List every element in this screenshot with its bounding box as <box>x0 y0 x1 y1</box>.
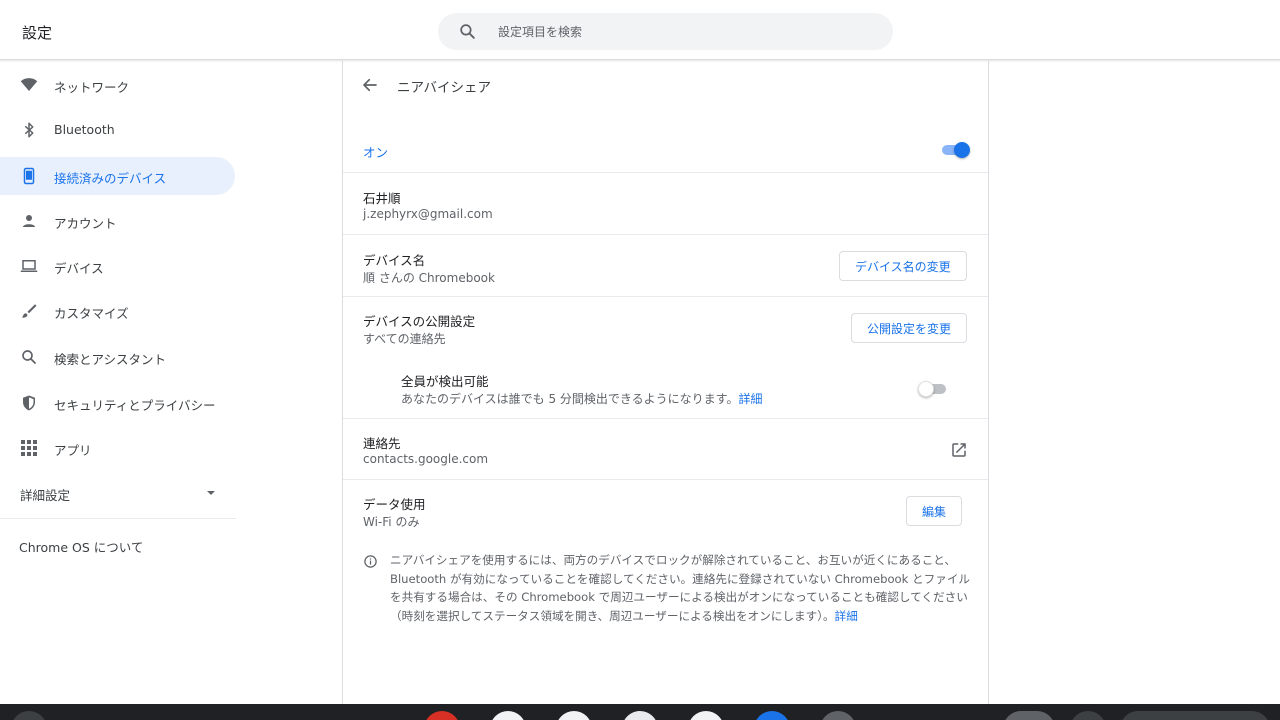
shelf-app-icon[interactable] <box>556 711 592 720</box>
search-icon <box>460 24 475 39</box>
info-icon <box>364 555 377 568</box>
shelf-app-icon[interactable] <box>688 711 724 720</box>
sidebar-item-label: Bluetooth <box>54 122 115 137</box>
search-icon <box>19 347 39 367</box>
everyone-discoverable-label: 全員が検出可能 <box>401 374 489 389</box>
change-device-name-button[interactable]: デバイス名の変更 <box>839 251 967 281</box>
sidebar-item-bluetooth[interactable]: Bluetooth <box>0 111 235 149</box>
sidebar-item-search-assistant[interactable]: 検索とアシスタント <box>0 338 235 376</box>
shelf-app-icon[interactable] <box>622 711 658 720</box>
top-bar: 設定 <box>0 0 1280 60</box>
sidebar-item-apps[interactable]: アプリ <box>0 429 235 467</box>
person-icon <box>19 211 39 231</box>
everyone-discoverable-desc: あなたのデバイスは誰でも 5 分間検出できるようになります。 <box>401 392 739 406</box>
sidebar-item-label: アプリ <box>54 443 92 458</box>
visibility-row: デバイスの公開設定 すべての連絡先 公開設定を変更 <box>343 296 988 357</box>
shelf-app-icon[interactable] <box>754 711 790 720</box>
contacts-url: contacts.google.com <box>363 452 489 466</box>
info-text: ニアバイシェアを使用するには、両方のデバイスでロックが解除されていること、お互い… <box>390 553 971 623</box>
sidebar-item-label: デバイス <box>54 261 104 276</box>
status-area[interactable] <box>1120 711 1270 720</box>
visibility-label: デバイスの公開設定 <box>363 314 476 329</box>
sidebar-item-label: アカウント <box>54 216 117 231</box>
everyone-discoverable-toggle[interactable] <box>918 380 948 397</box>
sidebar-item-label: 接続済みのデバイス <box>54 171 167 186</box>
sidebar-item-account[interactable]: アカウント <box>0 202 235 240</box>
account-row: 石井順 j.zephyrx@gmail.com <box>343 172 988 234</box>
phone-icon <box>19 166 39 186</box>
shelf-app-icon[interactable] <box>490 711 526 720</box>
data-usage-label: データ使用 <box>363 497 426 512</box>
account-email: j.zephyrx@gmail.com <box>363 207 493 221</box>
wifi-icon <box>19 75 39 95</box>
shield-icon <box>19 393 39 413</box>
everyone-discoverable-desc-wrap: あなたのデバイスは誰でも 5 分間検出できるようになります。詳細 <box>401 390 762 407</box>
device-name-value: 順 さんの Chromebook <box>363 271 495 285</box>
sidebar-item-device[interactable]: デバイス <box>0 247 235 285</box>
sidebar-item-label: 検索とアシスタント <box>54 352 167 367</box>
sidebar-divider <box>0 518 236 519</box>
nearby-share-page: ニアバイシェア オン 石井順 j.zephyrx@gmail.com デバイス名… <box>342 61 989 704</box>
contacts-row[interactable]: 連絡先 contacts.google.com <box>343 418 988 479</box>
enable-status-label: オン <box>363 145 389 160</box>
visibility-value: すべての連絡先 <box>363 332 446 346</box>
shelf-app-icon[interactable] <box>820 711 856 720</box>
laptop-icon <box>19 256 39 276</box>
apps-grid-icon <box>19 438 39 458</box>
launcher-icon[interactable] <box>11 711 47 720</box>
data-usage-row: データ使用 Wi-Fi のみ 編集 <box>343 479 988 540</box>
bluetooth-icon <box>19 120 39 140</box>
status-tray-icon[interactable] <box>1003 711 1055 720</box>
advanced-settings-label: 詳細設定 <box>20 488 71 503</box>
everyone-discoverable-row: 全員が検出可能 あなたのデバイスは誰でも 5 分間検出できるようになります。詳細 <box>343 357 988 418</box>
edit-data-usage-button[interactable]: 編集 <box>906 496 963 526</box>
sidebar-item-security[interactable]: セキュリティとプライバシー <box>0 384 235 422</box>
sidebar-item-network[interactable]: ネットワーク <box>0 66 235 104</box>
sidebar-item-label: ネットワーク <box>54 80 130 95</box>
enable-row: オン <box>343 127 988 172</box>
brush-icon <box>19 301 39 321</box>
sidebar-item-customize[interactable]: カスタマイズ <box>0 292 235 330</box>
change-visibility-button[interactable]: 公開設定を変更 <box>851 313 968 343</box>
shelf-app-icon[interactable] <box>424 711 460 720</box>
sidebar-item-connected-devices[interactable]: 接続済みのデバイス <box>0 157 235 195</box>
sidebar-item-label: セキュリティとプライバシー <box>54 398 216 413</box>
sidebar-item-label: カスタマイズ <box>54 306 129 321</box>
page-title: ニアバイシェア <box>397 80 491 96</box>
search-box[interactable] <box>438 13 893 50</box>
info-text-wrap: ニアバイシェアを使用するには、両方のデバイスでロックが解除されていること、お互い… <box>390 551 980 625</box>
about-chrome-os-link[interactable]: Chrome OS について <box>19 537 143 556</box>
everyone-learn-more-link[interactable]: 詳細 <box>738 392 762 406</box>
advanced-settings-toggle[interactable]: 詳細設定 <box>0 475 235 511</box>
caret-down-icon <box>207 491 215 495</box>
sidebar: ネットワーク Bluetooth 接続済みのデバイス アカウント デバイス カス… <box>0 61 240 704</box>
contacts-label: 連絡先 <box>363 436 401 451</box>
shelf <box>0 704 1280 720</box>
device-name-row: デバイス名 順 さんの Chromebook デバイス名の変更 <box>343 234 988 296</box>
open-in-new-icon[interactable] <box>950 441 968 459</box>
account-name: 石井順 <box>363 191 401 206</box>
info-learn-more-link[interactable]: 詳細 <box>835 609 858 623</box>
app-title: 設定 <box>22 24 53 42</box>
nearby-share-toggle[interactable] <box>940 141 970 158</box>
device-name-label: デバイス名 <box>363 253 426 268</box>
page-header: ニアバイシェア <box>343 61 988 109</box>
data-usage-value: Wi-Fi のみ <box>363 515 420 529</box>
status-tray-icon[interactable] <box>1070 711 1106 720</box>
back-arrow-icon[interactable] <box>361 76 379 94</box>
search-input[interactable] <box>498 22 868 41</box>
